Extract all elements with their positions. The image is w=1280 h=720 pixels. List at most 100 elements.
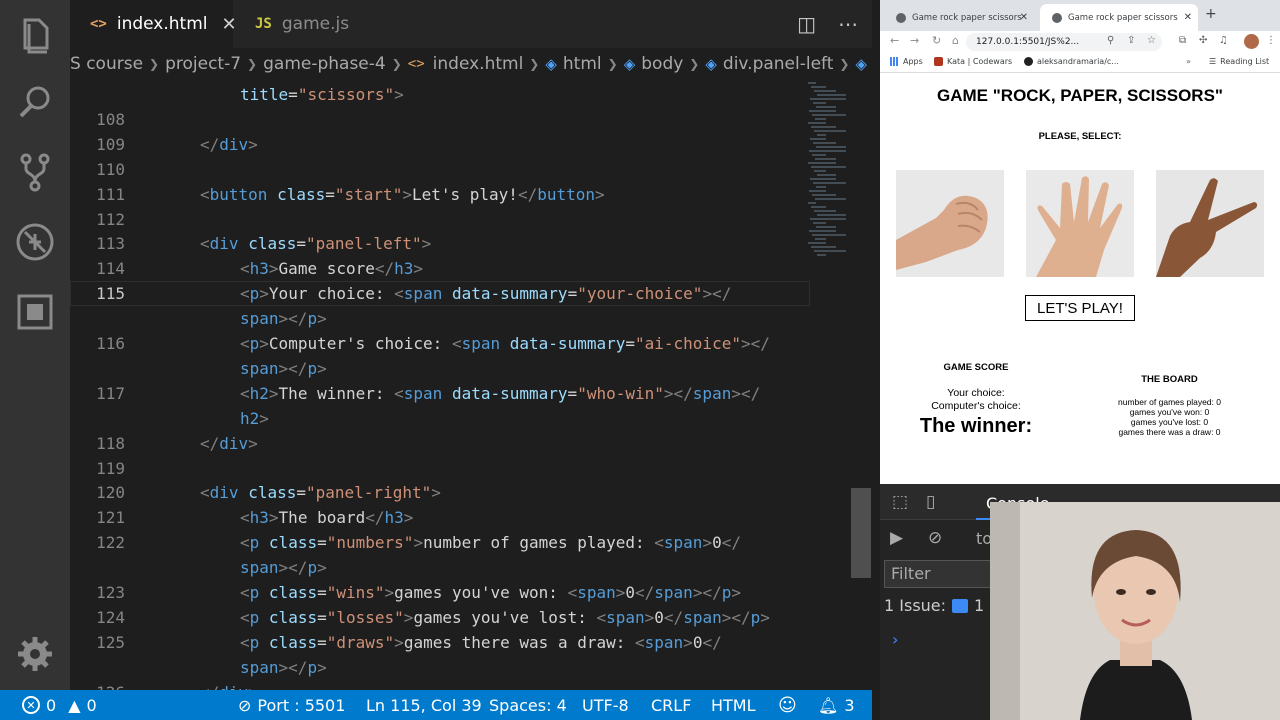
run-debug-icon[interactable] (13, 220, 57, 264)
home-icon[interactable]: ⌂ (952, 34, 959, 47)
minimap-line (814, 130, 846, 132)
reload-icon[interactable]: ↻ (932, 34, 941, 47)
paper-choice-image[interactable] (1026, 170, 1134, 277)
close-tab-icon[interactable]: ✕ (1184, 12, 1192, 23)
code-text: <p class="losses">games you've lost: <sp… (240, 607, 770, 627)
puzzle-icon[interactable]: ✣ (1199, 35, 1207, 46)
minimap-line (811, 86, 826, 88)
code-line[interactable]: 115 <p>Your choice: <span data-summary="y… (70, 281, 810, 306)
indentation[interactable]: Spaces: 4 (489, 690, 567, 720)
inspect-element-icon[interactable]: ⬚ (892, 492, 908, 512)
code-line[interactable]: 113 <div class="panel-left"> (70, 231, 810, 256)
lets-play-button[interactable]: LET'S PLAY! (1025, 295, 1135, 321)
browser-tab-active[interactable]: Game rock paper scissors ✕ (1040, 4, 1198, 31)
split-editor-icon[interactable]: ◫ (797, 12, 816, 36)
code-line[interactable]: 123 <p class="wins">games you've won: <sp… (70, 580, 810, 605)
encoding[interactable]: UTF-8 (582, 690, 629, 720)
code-line[interactable]: 114 <h3>Game score</h3> (70, 256, 810, 281)
code-line[interactable]: span></p> (70, 655, 810, 680)
code-line[interactable]: 125 <p class="draws">games there was a dr… (70, 630, 810, 655)
share-icon[interactable]: ⇪ (1127, 35, 1135, 46)
code-line[interactable]: 118 </div> (70, 431, 810, 456)
profile-avatar[interactable] (1244, 34, 1259, 49)
line-ending[interactable]: CRLF (651, 690, 691, 720)
code-line[interactable]: 122 <p class="numbers">number of games pl… (70, 530, 810, 555)
code-line[interactable]: 124 <p class="losses">games you've lost: … (70, 605, 810, 630)
extensions-icon[interactable] (13, 290, 57, 334)
winner-heading: The winner: (919, 415, 1033, 437)
error-icon: ✕ (22, 696, 40, 714)
media-icon[interactable]: ♫ (1219, 35, 1228, 46)
problems-indicator[interactable]: ✕ 0 ▲ 0 (22, 690, 97, 720)
code-line[interactable]: 116 <p>Computer's choice: <span data-summ… (70, 331, 810, 356)
menu-kebab-icon[interactable]: ⋮ (1266, 35, 1276, 46)
minimap[interactable] (808, 80, 850, 270)
breadcrumb-item[interactable]: index.html (433, 54, 524, 74)
breadcrumb-item[interactable]: project-7 (165, 54, 241, 74)
scissors-choice-image[interactable] (1156, 170, 1264, 277)
close-tab-icon[interactable]: ✕ (1020, 12, 1028, 23)
back-icon[interactable]: ← (890, 34, 899, 47)
url-text: 127.0.0.1:5501/JS%2... (976, 37, 1080, 47)
code-line[interactable]: 110 (70, 157, 810, 182)
code-line[interactable]: span></p> (70, 356, 810, 381)
code-line[interactable]: span></p> (70, 555, 810, 580)
bookmark-github[interactable]: aleksandramaria/c... (1024, 57, 1119, 66)
code-editor[interactable]: title="scissors"> 108 109 </div> 110 111 <butt… (70, 80, 872, 690)
bookmark-codewars[interactable]: Kata | Codewars (934, 57, 1012, 66)
bookmarks-overflow-icon[interactable]: » (1186, 57, 1191, 66)
issues-counter[interactable]: 1 Issue: 1 (884, 596, 984, 615)
code-line[interactable]: 119 (70, 456, 810, 481)
clear-console-icon[interactable]: ⊘ (928, 528, 942, 548)
bookmark-label: Kata | Codewars (947, 57, 1013, 66)
live-server-port[interactable]: ⊘ Port : 5501 (238, 690, 345, 720)
language-text: HTML (711, 695, 756, 715)
new-tab-icon[interactable]: + (1205, 6, 1217, 22)
breadcrumb-item[interactable]: div.panel-left (723, 54, 834, 74)
minimap-line (815, 198, 846, 200)
explorer-icon[interactable] (13, 14, 57, 58)
line-number: 121 (96, 508, 125, 528)
editor-scrollbar[interactable] (851, 488, 871, 578)
zoom-icon[interactable]: ⚲ (1107, 35, 1114, 46)
code-line[interactable]: h2> (70, 406, 810, 431)
browser-tab[interactable]: Game rock paper scissors ✕ (884, 4, 1034, 31)
bookmark-star-icon[interactable]: ☆ (1147, 35, 1156, 46)
code-line[interactable]: 108 (70, 107, 810, 132)
code-line[interactable]: span></p> (70, 306, 810, 331)
forward-icon[interactable]: → (910, 34, 919, 47)
breadcrumb-item[interactable]: game-phase-4 (263, 54, 386, 74)
rock-choice-image[interactable] (896, 170, 1004, 277)
code-line[interactable]: 111 <button class="start">Let's play!</bu… (70, 182, 810, 207)
breadcrumb-item[interactable]: body (641, 54, 683, 74)
notifications[interactable]: 🔔︎ 3 (818, 690, 855, 720)
extension-icon[interactable]: ⧉ (1179, 35, 1186, 46)
code-line[interactable]: 126 </div> (70, 680, 810, 690)
settings-gear-icon[interactable] (13, 632, 57, 676)
feedback-smiley-icon[interactable]: ☺ (778, 690, 797, 720)
minimap-line (817, 94, 846, 96)
code-line[interactable]: title="scissors"> (70, 82, 810, 107)
code-line[interactable]: 109 </div> (70, 132, 810, 157)
code-line[interactable]: 112 (70, 207, 810, 232)
code-line[interactable]: 121 <h3>The board</h3> (70, 505, 810, 530)
sidebar-toggle-icon[interactable]: ▶ (890, 528, 903, 548)
more-actions-icon[interactable]: ⋯ (838, 12, 858, 36)
console-prompt-icon[interactable]: › (892, 630, 898, 649)
breadcrumb-item[interactable]: S course (70, 54, 143, 74)
language-mode[interactable]: HTML (711, 690, 756, 720)
element-icon: ◈ (855, 55, 868, 73)
source-control-icon[interactable] (13, 150, 57, 194)
code-line[interactable]: 120 <div class="panel-right"> (70, 480, 810, 505)
device-toolbar-icon[interactable]: ▯ (926, 492, 935, 512)
reading-list[interactable]: ☰ Reading List (1209, 57, 1269, 66)
tab-game-js[interactable]: JS game.js (233, 0, 399, 48)
cursor-position[interactable]: Ln 115, Col 39 (366, 690, 482, 720)
console-filter-input[interactable]: Filter (884, 560, 992, 588)
minimap-line (812, 234, 846, 236)
code-line[interactable]: 117 <h2>The winner: <span data-summary="w… (70, 381, 810, 406)
tab-index-html[interactable]: <> index.html ✕ (70, 0, 237, 48)
bookmark-apps[interactable]: Apps (890, 57, 923, 66)
search-icon[interactable] (13, 80, 57, 124)
breadcrumb-item[interactable]: html (563, 54, 602, 74)
